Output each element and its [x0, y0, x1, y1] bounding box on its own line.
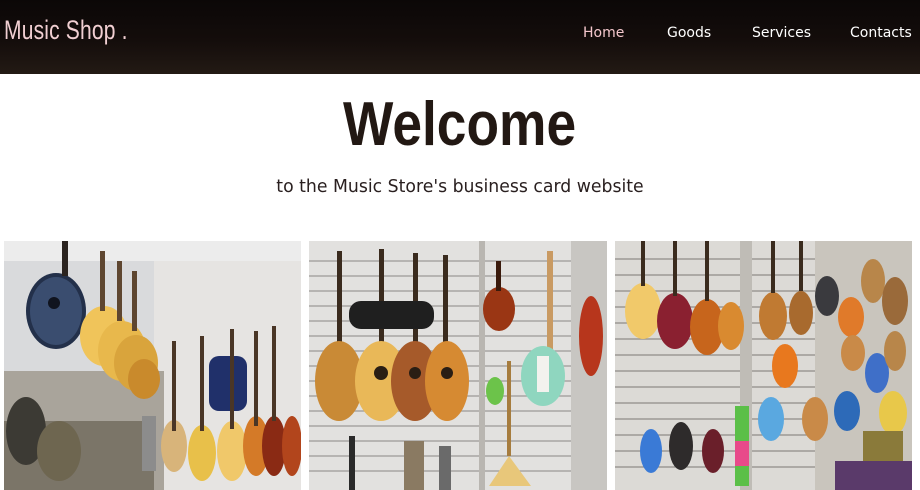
page-subtitle: to the Music Store's business card websi… — [276, 176, 644, 197]
nav-services-link[interactable]: Services — [752, 25, 811, 41]
page-title-text: Welcome — [343, 90, 577, 159]
nav-home-link[interactable]: Home — [583, 25, 624, 41]
photo-gallery — [0, 241, 920, 490]
nav-contacts-link[interactable]: Contacts — [850, 25, 912, 41]
site-header: Music Shop . Home Goods Services Contact… — [0, 0, 920, 74]
main-nav: Home Goods Services Contacts — [0, 25, 920, 45]
ukuleles-wall-photo — [615, 241, 912, 490]
nav-goods-link[interactable]: Goods — [667, 25, 711, 41]
guitars-on-wall-photo — [4, 241, 301, 490]
guitars-and-violin-photo — [309, 241, 607, 490]
page-title: Welcome — [0, 88, 920, 162]
